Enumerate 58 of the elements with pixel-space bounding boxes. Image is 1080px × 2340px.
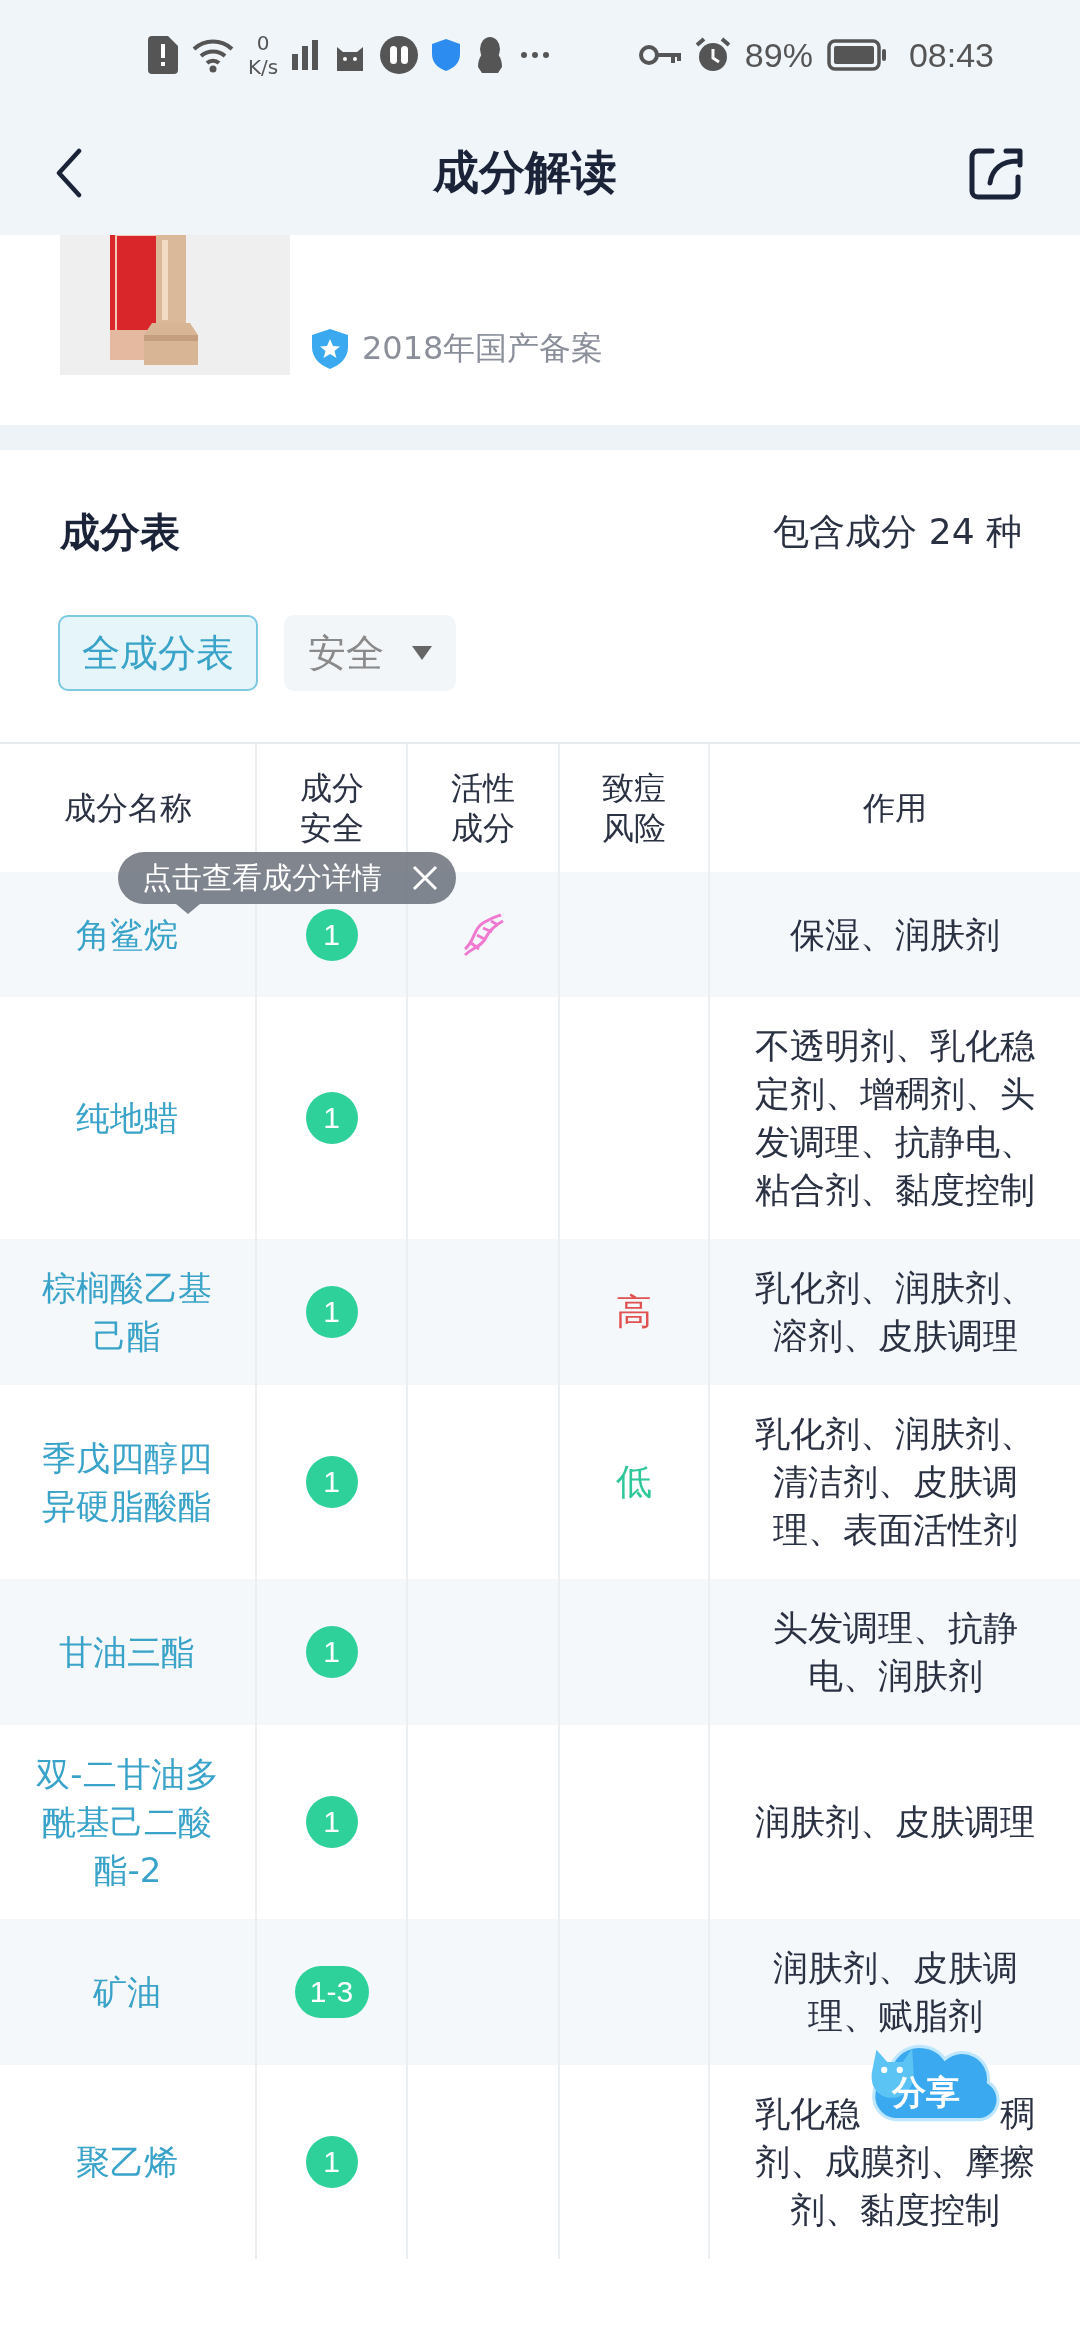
shield-star-icon <box>312 329 348 369</box>
acne-risk-level: 高 <box>616 1289 652 1334</box>
safety-score: 1 <box>305 1626 358 1678</box>
ingredient-name-link[interactable]: 季戊四醇四异硬脂酸酯 <box>30 1434 225 1530</box>
ingredient-name-link[interactable]: 甘油三酯 <box>30 1628 225 1676</box>
ingredient-name-link[interactable]: 聚乙烯 <box>30 2138 225 2186</box>
close-button[interactable] <box>412 865 438 891</box>
safety-score: 1 <box>305 1796 358 1848</box>
function-text: 乳化剂、润肤剂、溶剂、皮肤调理 <box>754 1267 1036 1358</box>
filter-dropdown[interactable]: 安全 <box>284 615 456 691</box>
network-speed-unit: K/s <box>248 57 279 77</box>
function-text: 剂、成膜剂、摩擦 <box>755 2141 1035 2184</box>
network-speed-value: 0 <box>256 33 270 53</box>
function-text: 润肤剂、皮肤调理 <box>755 1801 1035 1844</box>
page-title: 成分解读 <box>433 143 617 201</box>
alarm-clock-icon <box>694 37 731 73</box>
wifi-icon <box>192 37 234 73</box>
app-circle-icon <box>380 36 419 74</box>
ingredient-name-link[interactable]: 矿油 <box>30 1968 225 2016</box>
safety-score: 1 <box>305 1092 358 1144</box>
function-text: 剂、黏度控制 <box>790 2189 1000 2232</box>
filing-label: 2018年国产备案 <box>362 328 604 369</box>
safety-score: 1 <box>305 908 358 961</box>
battery-icon <box>826 39 887 71</box>
key-icon <box>638 43 681 67</box>
ingredient-name-link[interactable]: 纯地蜡 <box>30 1094 225 1142</box>
safety-score: 1-3 <box>294 1966 369 2018</box>
more-dots-icon <box>520 51 551 59</box>
ingredient-name-link[interactable]: 角鲨烷 <box>30 910 225 959</box>
signal-bars-icon <box>292 40 321 70</box>
close-icon <box>412 865 438 891</box>
clock-time: 08:43 <box>908 35 994 75</box>
function-text: 润肤剂、皮肤调理、赋脂剂 <box>771 1947 1019 2038</box>
column-header: 成分安全 <box>298 768 365 848</box>
safety-score: 1 <box>305 1286 358 1338</box>
filter-tab[interactable]: 全成分表 <box>58 615 258 691</box>
function-text: 头发调理、抗静电、润肤剂 <box>771 1607 1019 1698</box>
ingredient-count: 包含成分 24 种 <box>773 510 1022 554</box>
battery-percentage: 89% <box>744 35 813 75</box>
function-text: 乳化稳 <box>755 2093 860 2136</box>
function-text: 稠 <box>1000 2093 1035 2136</box>
ingredient-name-link[interactable]: 双-二甘油多酰基己二酸酯-2 <box>30 1750 225 1894</box>
column-header: 作用 <box>863 788 927 828</box>
column-header: 活性成分 <box>450 768 516 848</box>
function-text: 不透明剂、乳化稳定剂、增稠剂、头发调理、抗静电、粘合剂、黏度控制 <box>754 1025 1036 1212</box>
caret-icon <box>412 646 432 660</box>
column-header: 成分名称 <box>63 788 192 828</box>
section-title: 成分表 <box>60 508 180 557</box>
column-header: 致痘风险 <box>601 768 667 848</box>
safety-score: 1 <box>305 2136 358 2188</box>
safety-score: 1 <box>305 1456 358 1508</box>
ingredient-name-link[interactable]: 棕榈酸乙基己酯 <box>30 1264 225 1360</box>
tooltip-text: 点击查看成分详情 <box>142 858 382 897</box>
function-text: 保湿、润肤剂 <box>790 913 1000 957</box>
shield-icon <box>432 39 461 71</box>
sim-alert-icon <box>148 36 178 74</box>
acne-risk-level: 低 <box>616 1459 652 1504</box>
function-text: 乳化剂、润肤剂、清洁剂、皮肤调理、表面活性剂 <box>754 1413 1036 1552</box>
